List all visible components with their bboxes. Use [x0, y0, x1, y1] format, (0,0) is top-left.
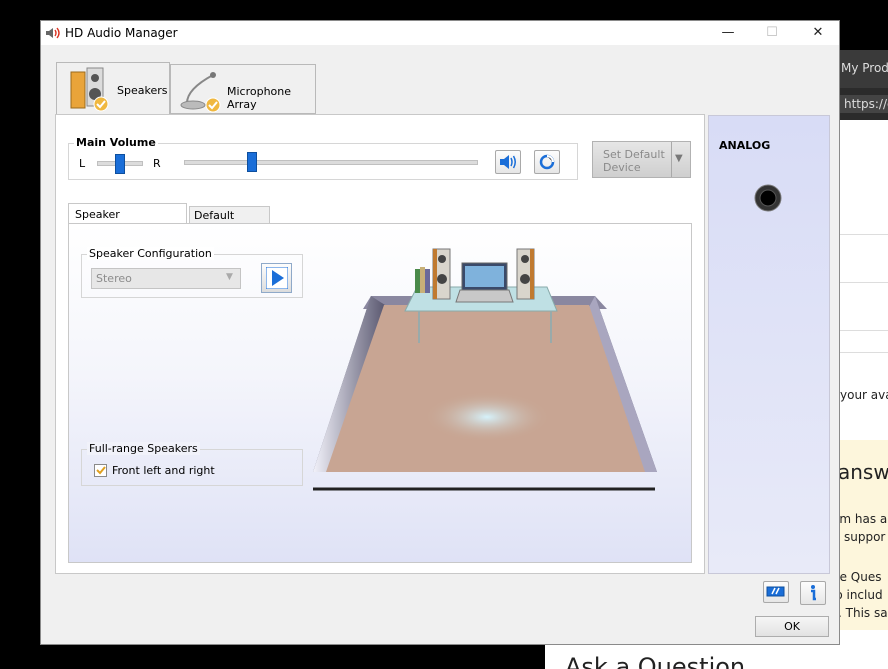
speaker-configuration-value: Stereo [96, 272, 132, 285]
divider [840, 234, 888, 235]
microphone-icon [180, 72, 221, 113]
browser-address-bar: https://c [840, 88, 888, 120]
background-text: lo includ [840, 588, 883, 602]
speakers-icon [70, 67, 109, 112]
tab-microphone-label: Microphone Array [227, 85, 292, 111]
title-bar[interactable]: HD Audio Manager — ☐ ✕ [41, 21, 839, 45]
set-default-device-button[interactable]: Set Default Device ▼ [592, 141, 691, 178]
balance-slider-thumb[interactable] [115, 154, 125, 174]
speaker-configuration-area: Speaker Configuration Stereo ▼ Full-rang… [68, 223, 692, 563]
tab-speakers[interactable]: Speakers [56, 62, 170, 115]
speakers-panel: Main Volume L R Set Default Device ▼ Spe… [55, 114, 705, 574]
chevron-down-icon: ▼ [226, 272, 233, 282]
divider [840, 352, 888, 353]
mute-button[interactable] [495, 150, 521, 174]
minimize-button[interactable]: — [705, 21, 751, 45]
volume-slider-track[interactable] [184, 160, 478, 165]
analog-label: ANALOG [719, 139, 771, 152]
volume-slider-thumb[interactable] [247, 152, 258, 172]
divider [671, 142, 672, 177]
balance-left-label: L [79, 157, 86, 170]
background-text: your avat [840, 388, 888, 402]
information-button[interactable] [800, 581, 826, 605]
background-browser: My Produ https://c your avat answ em has… [840, 50, 888, 669]
speaker-configuration-group-label: Speaker Configuration [87, 247, 214, 260]
chevron-down-icon[interactable]: ▼ [675, 153, 683, 164]
background-text: em has a [840, 512, 888, 526]
divider [840, 330, 888, 331]
divider [840, 282, 888, 283]
background-text: . This sa [840, 606, 888, 620]
window-title: HD Audio Manager [65, 26, 178, 40]
background-bottom: Ask a Question [545, 645, 888, 669]
close-button[interactable]: ✕ [795, 21, 841, 45]
maximize-button[interactable]: ☐ [749, 21, 795, 45]
ok-button[interactable]: OK [755, 616, 829, 637]
browser-tab-title: My Produ [841, 61, 888, 75]
background-text: ne Ques [840, 570, 882, 584]
front-left-right-label: Front left and right [112, 464, 215, 477]
info-icon [811, 585, 816, 601]
background-answer-box: answ em has a suppor ne Ques lo includ .… [840, 440, 888, 630]
speaker-fill-button[interactable] [534, 150, 560, 174]
background-heading: answ [840, 460, 888, 484]
background-text: suppor [844, 530, 886, 544]
checkmark-icon [96, 466, 106, 475]
tab-default-format[interactable]: Default Format [189, 206, 270, 235]
analog-connector-panel: ANALOG [708, 115, 830, 574]
background-bottom-text: Ask a Question [565, 653, 746, 669]
volume-icon [500, 155, 516, 169]
play-test-button[interactable] [261, 263, 292, 293]
browser-url: https://c [840, 95, 888, 113]
set-default-device-label: Set Default Device [603, 148, 665, 174]
hd-audio-manager-window: HD Audio Manager — ☐ ✕ Speakers Micropho… [40, 20, 840, 645]
battery-save-button[interactable] [763, 581, 789, 603]
tab-speaker-configuration[interactable]: Speaker Configuration [68, 203, 187, 234]
set-default-line2: Device [603, 161, 641, 174]
speaker-configuration-select[interactable]: Stereo ▼ [91, 268, 241, 289]
speaker-icon [46, 27, 60, 39]
play-icon [266, 267, 288, 289]
front-left-right-checkbox[interactable] [94, 464, 107, 477]
audio-jack-icon[interactable] [754, 184, 782, 212]
room-illustration [313, 248, 657, 491]
set-default-line1: Set Default [603, 148, 665, 161]
browser-tab: My Produ [840, 50, 888, 88]
balance-right-label: R [153, 157, 161, 170]
full-range-speakers-label: Full-range Speakers [87, 442, 200, 455]
power-settings-icon [766, 586, 785, 597]
audio-swirl-icon [539, 154, 555, 170]
tab-microphone-array[interactable]: Microphone Array [170, 64, 316, 114]
main-volume-label: Main Volume [74, 136, 158, 149]
tab-speakers-label: Speakers [117, 84, 168, 97]
